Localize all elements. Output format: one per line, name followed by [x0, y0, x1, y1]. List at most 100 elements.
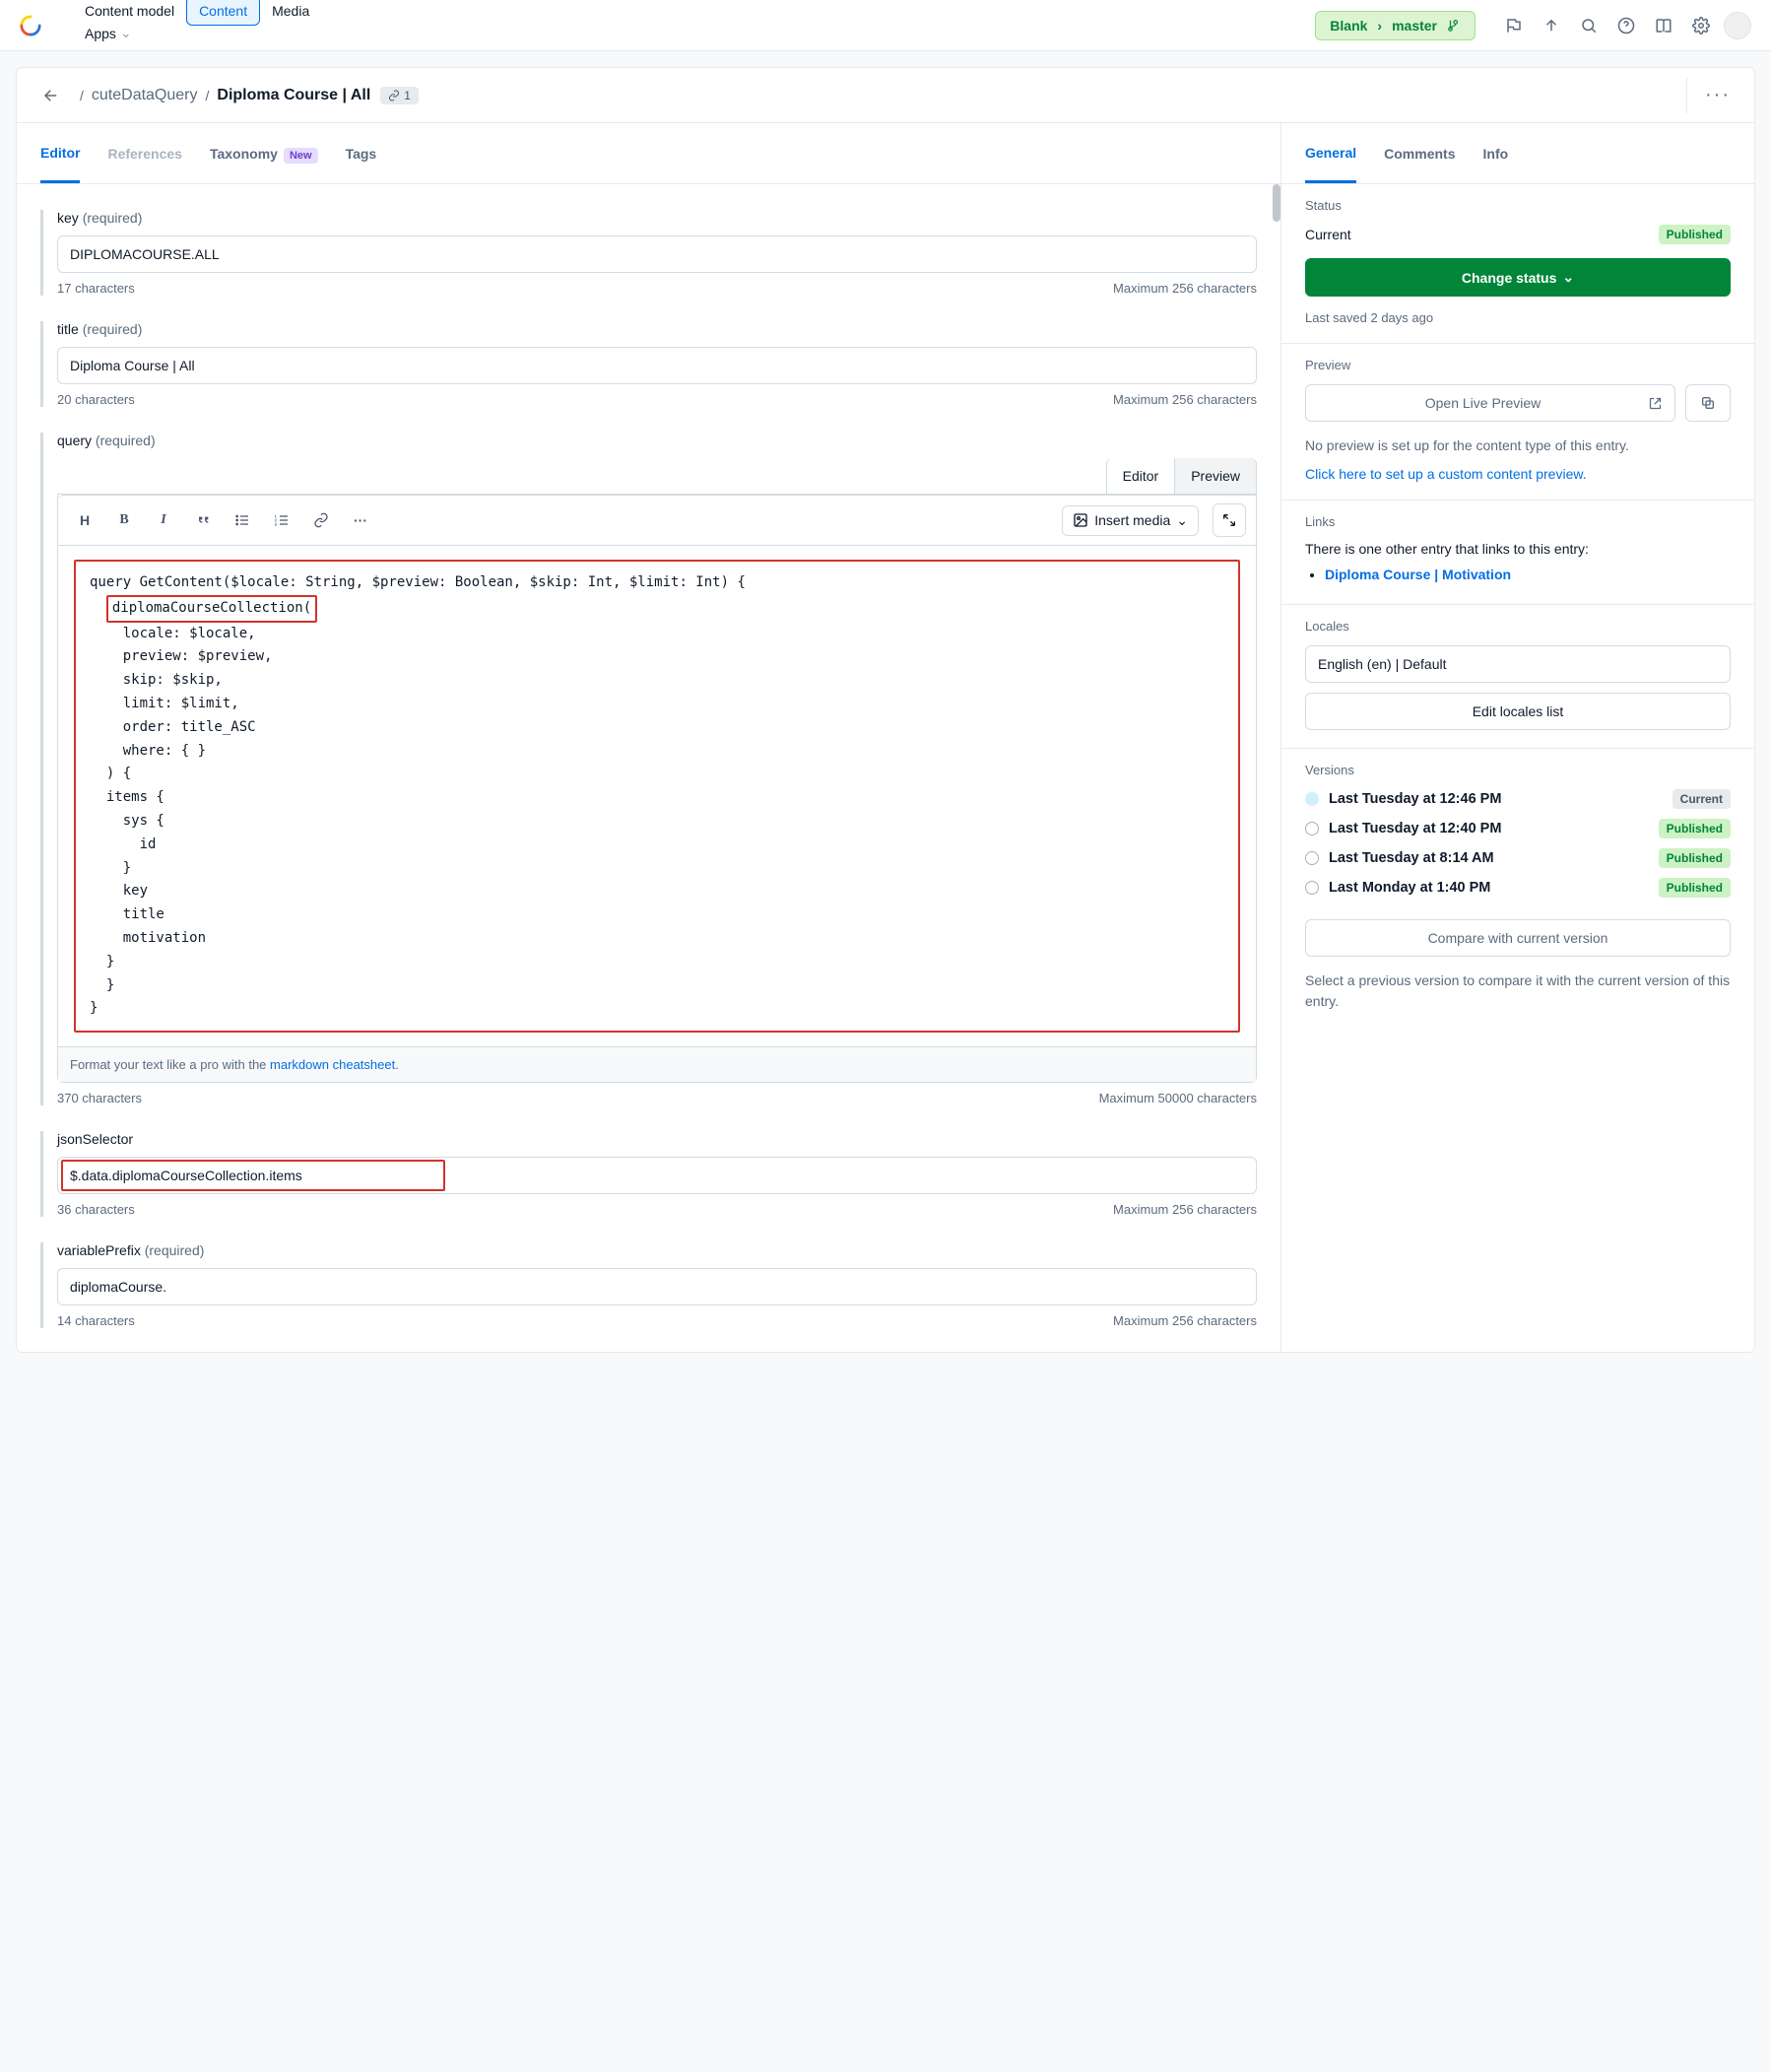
breadcrumb[interactable]: cuteDataQuery [92, 87, 198, 104]
page-header: / cuteDataQuery / Diploma Course | All 1… [17, 68, 1754, 123]
section-heading: Status [1305, 198, 1731, 213]
nav-content[interactable]: Content [186, 0, 260, 26]
environment-pill[interactable]: Blank › master [1315, 11, 1476, 40]
field-label: title [57, 321, 79, 337]
version-row[interactable]: Last Monday at 1:40 PMPublished [1305, 878, 1731, 898]
version-row[interactable]: Last Tuesday at 8:14 AMPublished [1305, 848, 1731, 868]
version-radio[interactable] [1305, 822, 1319, 835]
scrollbar-thumb[interactable] [1273, 184, 1280, 222]
versions-list: Last Tuesday at 12:46 PMCurrent Last Tues… [1305, 789, 1731, 898]
section-heading: Locales [1305, 619, 1731, 634]
link-tool[interactable] [304, 504, 338, 536]
help-icon[interactable] [1611, 11, 1641, 40]
flag-icon[interactable] [1499, 11, 1529, 40]
side-tab-general[interactable]: General [1305, 125, 1356, 183]
copy-preview-button[interactable] [1685, 384, 1731, 422]
linked-entry[interactable]: Diploma Course | Motivation [1325, 567, 1511, 582]
char-count: 370 characters [57, 1091, 142, 1105]
insert-media-button[interactable]: Insert media ⌄ [1062, 505, 1199, 536]
heading-tool[interactable]: H [68, 504, 101, 536]
version-radio[interactable] [1305, 792, 1319, 806]
version-radio[interactable] [1305, 851, 1319, 865]
edit-locales-button[interactable]: Edit locales list [1305, 693, 1731, 730]
version-badge: Published [1659, 848, 1731, 868]
section-heading: Links [1305, 514, 1731, 529]
crumb-sep: / [206, 88, 210, 103]
setup-preview-link[interactable]: Click here to set up a custom content pr… [1305, 466, 1731, 482]
query-tab-editor[interactable]: Editor [1106, 458, 1175, 494]
compare-version-button: Compare with current version [1305, 919, 1731, 957]
char-max: Maximum 256 characters [1113, 1313, 1257, 1328]
query-code[interactable]: query GetContent($locale: String, $previ… [58, 546, 1256, 1046]
more-actions-button[interactable]: ··· [1705, 84, 1731, 106]
main-tabs: EditorReferencesTaxonomyNewTags [17, 123, 1280, 184]
external-link-icon [1648, 396, 1663, 411]
italic-tool[interactable]: I [147, 504, 180, 536]
char-count: 17 characters [57, 281, 135, 296]
chevron-down-icon: ⌄ [120, 25, 132, 41]
new-badge: New [284, 148, 318, 164]
key-input[interactable] [57, 235, 1257, 273]
ul-tool[interactable] [226, 504, 259, 536]
side-tab-info[interactable]: Info [1483, 126, 1509, 181]
version-label: Last Monday at 1:40 PM [1329, 880, 1649, 896]
fields: key (required) 17 characters Maximum 256… [17, 184, 1280, 1352]
version-row[interactable]: Last Tuesday at 12:46 PMCurrent [1305, 789, 1731, 809]
link-icon [388, 90, 400, 101]
side-tabs: General Comments Info [1281, 123, 1754, 184]
main-column: EditorReferencesTaxonomyNewTags key (req… [17, 123, 1281, 1352]
avatar[interactable] [1724, 12, 1751, 39]
more-tool[interactable]: ··· [344, 504, 377, 536]
title-input[interactable] [57, 347, 1257, 384]
markdown-cheatsheet-link[interactable]: markdown cheatsheet [270, 1057, 395, 1072]
nav-media[interactable]: Media [260, 0, 321, 25]
quote-tool[interactable] [186, 504, 220, 536]
chevron-right-icon: › [1377, 18, 1382, 33]
locale-select[interactable]: English (en) | Default [1305, 645, 1731, 683]
status-current-label: Current [1305, 227, 1351, 242]
tab-editor[interactable]: Editor [40, 125, 80, 183]
section-heading: Preview [1305, 358, 1731, 372]
nav-content-model[interactable]: Content model [73, 0, 186, 25]
links-section: Links There is one other entry that link… [1281, 501, 1754, 605]
field-key: key (required) 17 characters Maximum 256… [40, 210, 1257, 296]
book-icon[interactable] [1649, 11, 1678, 40]
code-line: query GetContent($locale: String, $previ… [90, 574, 746, 590]
upload-icon[interactable] [1537, 11, 1566, 40]
tab-tags[interactable]: Tags [346, 126, 377, 181]
field-label: jsonSelector [57, 1131, 133, 1147]
expand-button[interactable] [1213, 503, 1246, 537]
chevron-down-icon: ⌄ [1562, 269, 1574, 286]
json-selector-input[interactable] [57, 1157, 1257, 1194]
locales-section: Locales English (en) | Default Edit loca… [1281, 605, 1754, 749]
branch-icon [1447, 19, 1461, 33]
field-label: query [57, 433, 92, 448]
ol-tool[interactable]: 123 [265, 504, 298, 536]
back-button[interactable] [40, 85, 62, 106]
required-label: (required) [83, 321, 143, 337]
preview-section: Preview Open Live Preview No preview is … [1281, 344, 1754, 501]
version-radio[interactable] [1305, 881, 1319, 895]
change-status-button[interactable]: Change status ⌄ [1305, 258, 1731, 297]
open-live-preview-button: Open Live Preview [1305, 384, 1675, 422]
insert-media-label: Insert media [1094, 512, 1170, 528]
gear-icon[interactable] [1686, 11, 1716, 40]
side-tab-comments[interactable]: Comments [1384, 126, 1455, 181]
version-row[interactable]: Last Tuesday at 12:40 PMPublished [1305, 819, 1731, 838]
app-logo [20, 15, 41, 36]
search-icon[interactable] [1574, 11, 1604, 40]
field-query: query (required) Editor Preview H B I [40, 433, 1257, 1105]
page-title: Diploma Course | All [217, 87, 370, 104]
variable-prefix-input[interactable] [57, 1268, 1257, 1305]
space-name: Blank [1330, 18, 1367, 33]
query-tab-preview[interactable]: Preview [1174, 458, 1257, 494]
markdown-hint: Format your text like a pro with the mar… [58, 1046, 1256, 1082]
compare-note: Select a previous version to compare it … [1305, 970, 1731, 1012]
field-json-selector: jsonSelector 36 characters Maximum 256 c… [40, 1131, 1257, 1217]
required-label: (required) [145, 1242, 205, 1258]
image-icon [1073, 512, 1088, 528]
bold-tool[interactable]: B [107, 504, 141, 536]
tab-taxonomy[interactable]: TaxonomyNew [210, 126, 318, 181]
link-count-badge[interactable]: 1 [380, 87, 419, 104]
version-label: Last Tuesday at 12:40 PM [1329, 821, 1649, 836]
